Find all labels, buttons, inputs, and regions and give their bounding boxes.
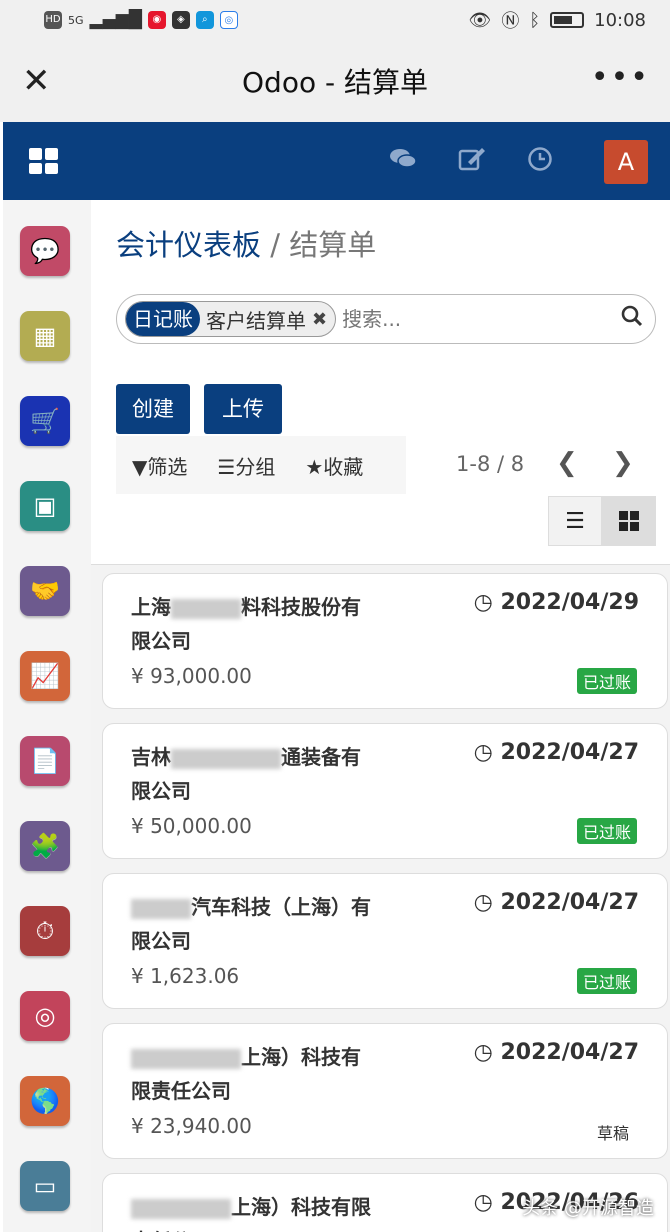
search-app-icon: ⌕ [195,11,214,29]
document-icon[interactable]: 📄 [20,736,70,786]
kanban-card[interactable]: 上海）科技有限责任公司 ◷ 2022/04/27 ¥ 23,940.00 草稿 [102,1023,668,1159]
qq-browser-icon: ◎ [219,11,238,29]
eye-icon: 👁 [468,9,492,31]
close-icon[interactable]: ✕ [22,64,51,98]
view-switcher: ☰ [548,496,656,546]
filter-bar: ▼筛选 ☰分组 ★收藏 [116,436,406,494]
kanban-card[interactable]: 汽车科技（上海）有限公司 ◷ 2022/04/27 ¥ 1,623.06 已过账 [102,873,668,1009]
amount: ¥ 1,623.06 [131,964,240,988]
status-bar: HD 5G ▂▄▆█ ◉ ◈ ⌕ ◎ 👁 Ⓝ ᛒ 10:08 [0,0,670,40]
facet-value: 客户结算单 [206,308,306,333]
nfc-icon: Ⓝ [501,11,520,32]
favorite-dropdown[interactable]: ★收藏 [305,451,363,480]
breadcrumb-separator: / [261,228,290,262]
filter-dropdown[interactable]: ▼筛选 [132,451,187,480]
page-title: Odoo - 结算单 [242,66,428,99]
signal-icon: ▂▄▆█ [89,10,142,30]
search-bar: 日记账 客户结算单 ✖ [116,294,656,344]
webview-title-bar: ✕ Odoo - 结算单 ••• [0,40,670,122]
filter-icon: ▼ [132,454,148,479]
group-icon: ☰ [217,454,236,479]
chart-icon[interactable]: 📈 [20,651,70,701]
clock-icon: ◷ [473,740,493,765]
kanban-card[interactable]: 上海 料科技股份有限公司 ◷ 2022/04/29 ¥ 93,000.00 已过账 [102,573,668,709]
cart-icon[interactable]: 🛒 [20,396,70,446]
lifebuoy-icon[interactable]: ◎ [20,991,70,1041]
app-menu-icon[interactable] [29,148,59,174]
discuss-icon[interactable]: 💬 [20,226,70,276]
filter-label: 筛选 [147,454,188,479]
hd-icon: HD [44,11,62,29]
invoice-date: ◷ 2022/04/27 [473,890,639,915]
upload-button[interactable]: 上传 [204,384,282,434]
timer-icon[interactable]: ⏱ [20,906,70,956]
group-dropdown[interactable]: ☰分组 [217,451,275,480]
card-icon[interactable]: ▭ [20,1161,70,1211]
kanban-view-icon[interactable] [602,496,656,546]
app-rail: 💬 ▦ 🛒 ▣ 🤝 📈 📄 🧩 ⏱ ◎ 🌎 ▭ [3,200,91,1232]
create-button[interactable]: 创建 [116,384,190,434]
invoice-date: ◷ 2022/04/27 [473,1040,639,1065]
weibo-icon: ◉ [147,11,166,29]
partner-name: 汽车科技（上海）有限公司 [131,895,371,953]
amount: ¥ 50,000.00 [131,814,252,838]
search-facet[interactable]: 日记账 客户结算单 ✖ [125,301,337,337]
user-avatar[interactable]: A [604,140,648,184]
clock-icon: ◷ [473,1190,493,1215]
list-view-icon[interactable]: ☰ [548,496,602,546]
status-badge: 已过账 [576,668,637,694]
more-icon[interactable]: ••• [591,60,650,95]
bluetooth-icon: ᛒ [529,9,541,31]
status-badge: 已过账 [576,818,637,844]
invoice-date: ◷ 2022/04/27 [473,740,639,765]
partner-name: 上海 料科技股份有限公司 [131,595,361,653]
signal-tag: 5G [68,13,84,27]
group-label: 分组 [235,454,276,479]
status-time: 10:08 [594,9,646,31]
facet-remove-icon[interactable]: ✖ [312,309,335,330]
status-label: 草稿 [596,1124,629,1143]
calendar-icon[interactable]: ▦ [20,311,70,361]
chat-icon[interactable] [389,146,417,179]
kanban-card[interactable]: 吉林 通装备有限公司 ◷ 2022/04/27 ¥ 50,000.00 已过账 [102,723,668,859]
watermark: 头条 @开源智造 [522,1198,654,1219]
breadcrumb: 会计仪表板 / 结算单 [116,222,376,264]
amount: ¥ 93,000.00 [131,664,252,688]
clock-icon[interactable] [527,146,553,179]
star-icon: ★ [305,454,324,479]
odoo-navbar: A [3,122,670,200]
search-input[interactable] [342,307,583,331]
crm-handshake-icon[interactable]: 🤝 [20,566,70,616]
chevron-right-icon[interactable]: ❯ [612,448,634,478]
invoice-date: ◷ 2022/04/29 [473,590,639,615]
edit-icon[interactable] [458,146,486,179]
globe-icon[interactable]: 🌎 [20,1076,70,1126]
facet-category: 日记账 [126,302,200,336]
app-icon: ◈ [171,11,190,29]
favorite-label: 收藏 [323,454,364,479]
pager-value[interactable]: 1-8 / 8 [456,452,524,476]
chevron-left-icon[interactable]: ❮ [556,448,578,478]
status-badge: 已过账 [576,968,637,994]
breadcrumb-current: 结算单 [289,228,377,262]
clock-icon: ◷ [473,590,493,615]
partner-name: 上海）科技有限责任公司 [131,1190,371,1232]
partner-name: 吉林 通装备有限公司 [131,745,361,803]
contacts-icon[interactable]: ▣ [20,481,70,531]
clock-icon: ◷ [473,890,493,915]
puzzle-icon[interactable]: 🧩 [20,821,70,871]
breadcrumb-parent[interactable]: 会计仪表板 [116,228,261,262]
battery-icon [550,12,585,28]
partner-name: 上海）科技有限责任公司 [131,1045,361,1103]
clock-icon: ◷ [473,1040,493,1065]
search-icon[interactable] [621,305,643,333]
amount: ¥ 23,940.00 [131,1114,252,1138]
